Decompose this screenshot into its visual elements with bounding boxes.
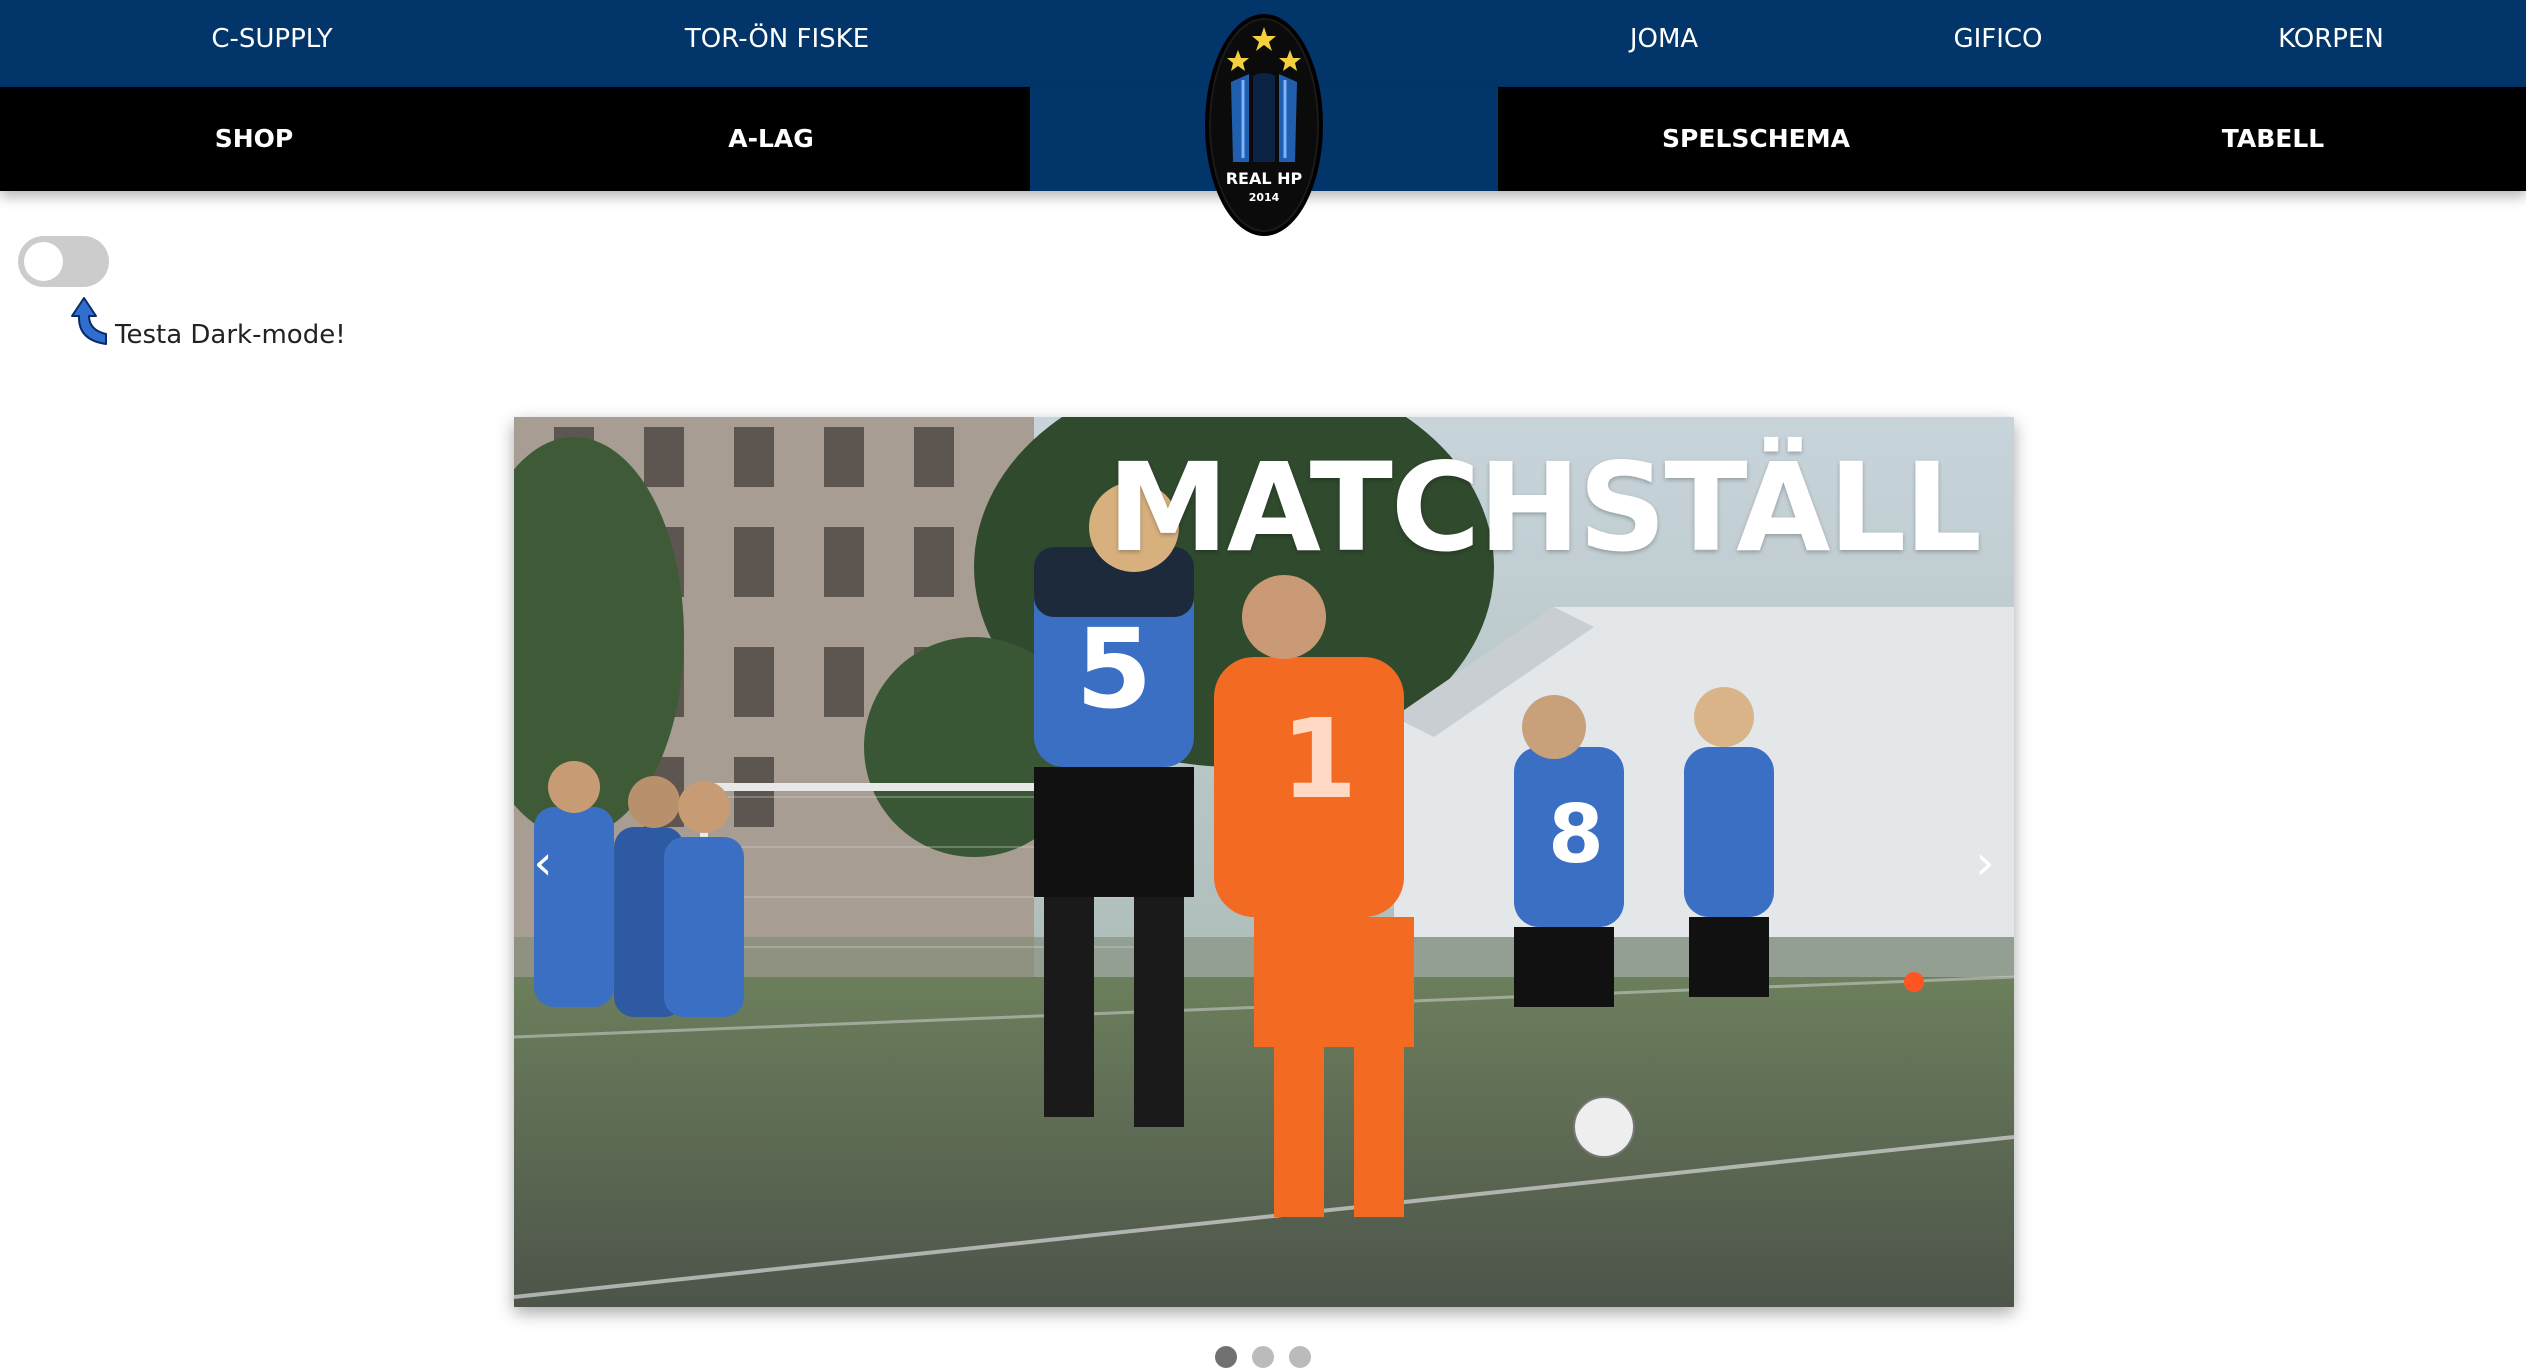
nav-item-a-lag[interactable]: A-LAG xyxy=(728,87,814,191)
jersey-number-8: 8 xyxy=(1548,788,1604,881)
carousel-dot-2[interactable] xyxy=(1252,1346,1274,1368)
carousel-next-button[interactable]: › xyxy=(1960,835,2010,891)
toggle-knob xyxy=(24,242,63,281)
jersey-number-1: 1 xyxy=(1281,695,1358,823)
carousel-dot-3[interactable] xyxy=(1289,1346,1311,1368)
carousel-dot-1[interactable] xyxy=(1215,1346,1237,1368)
nav-item-shop[interactable]: SHOP xyxy=(215,87,294,191)
nav-left-segment xyxy=(0,87,1030,191)
curved-arrow-icon xyxy=(71,297,107,345)
sponsor-link-joma[interactable]: JOMA xyxy=(1630,0,1698,79)
nav-right-segment xyxy=(1498,87,2526,191)
sponsor-link-c-supply[interactable]: C-SUPPLY xyxy=(211,0,332,79)
slide-title: MATCHSTÄLL xyxy=(1107,437,1982,579)
club-founded-year: 2014 xyxy=(1248,191,1280,204)
page: C-SUPPLY TOR-ÖN FISKE JOMA GIFICO KORPEN… xyxy=(0,0,2526,1369)
dark-mode-toggle[interactable] xyxy=(18,236,109,287)
nav-item-spelschema[interactable]: SPELSCHEMA xyxy=(1662,87,1850,191)
club-name: REAL HP xyxy=(1225,169,1303,188)
club-crest-icon xyxy=(1205,14,1323,236)
carousel-prev-button[interactable]: ‹ xyxy=(518,835,568,891)
jersey-number-5: 5 xyxy=(1076,605,1153,733)
sponsor-link-gifico[interactable]: GIFICO xyxy=(1953,0,2042,79)
dark-mode-hint: Testa Dark-mode! xyxy=(115,320,346,350)
club-logo[interactable]: REAL HP 2014 xyxy=(1203,12,1325,239)
nav-item-tabell[interactable]: TABELL xyxy=(2222,87,2324,191)
sponsor-link-tor-on-fiske[interactable]: TOR-ÖN FISKE xyxy=(685,0,869,79)
image-carousel: 5 1 8 MATCHSTÄLL ‹ › xyxy=(514,417,2014,1307)
sponsor-link-korpen[interactable]: KORPEN xyxy=(2278,0,2384,79)
carousel-dots xyxy=(1210,1346,1330,1369)
